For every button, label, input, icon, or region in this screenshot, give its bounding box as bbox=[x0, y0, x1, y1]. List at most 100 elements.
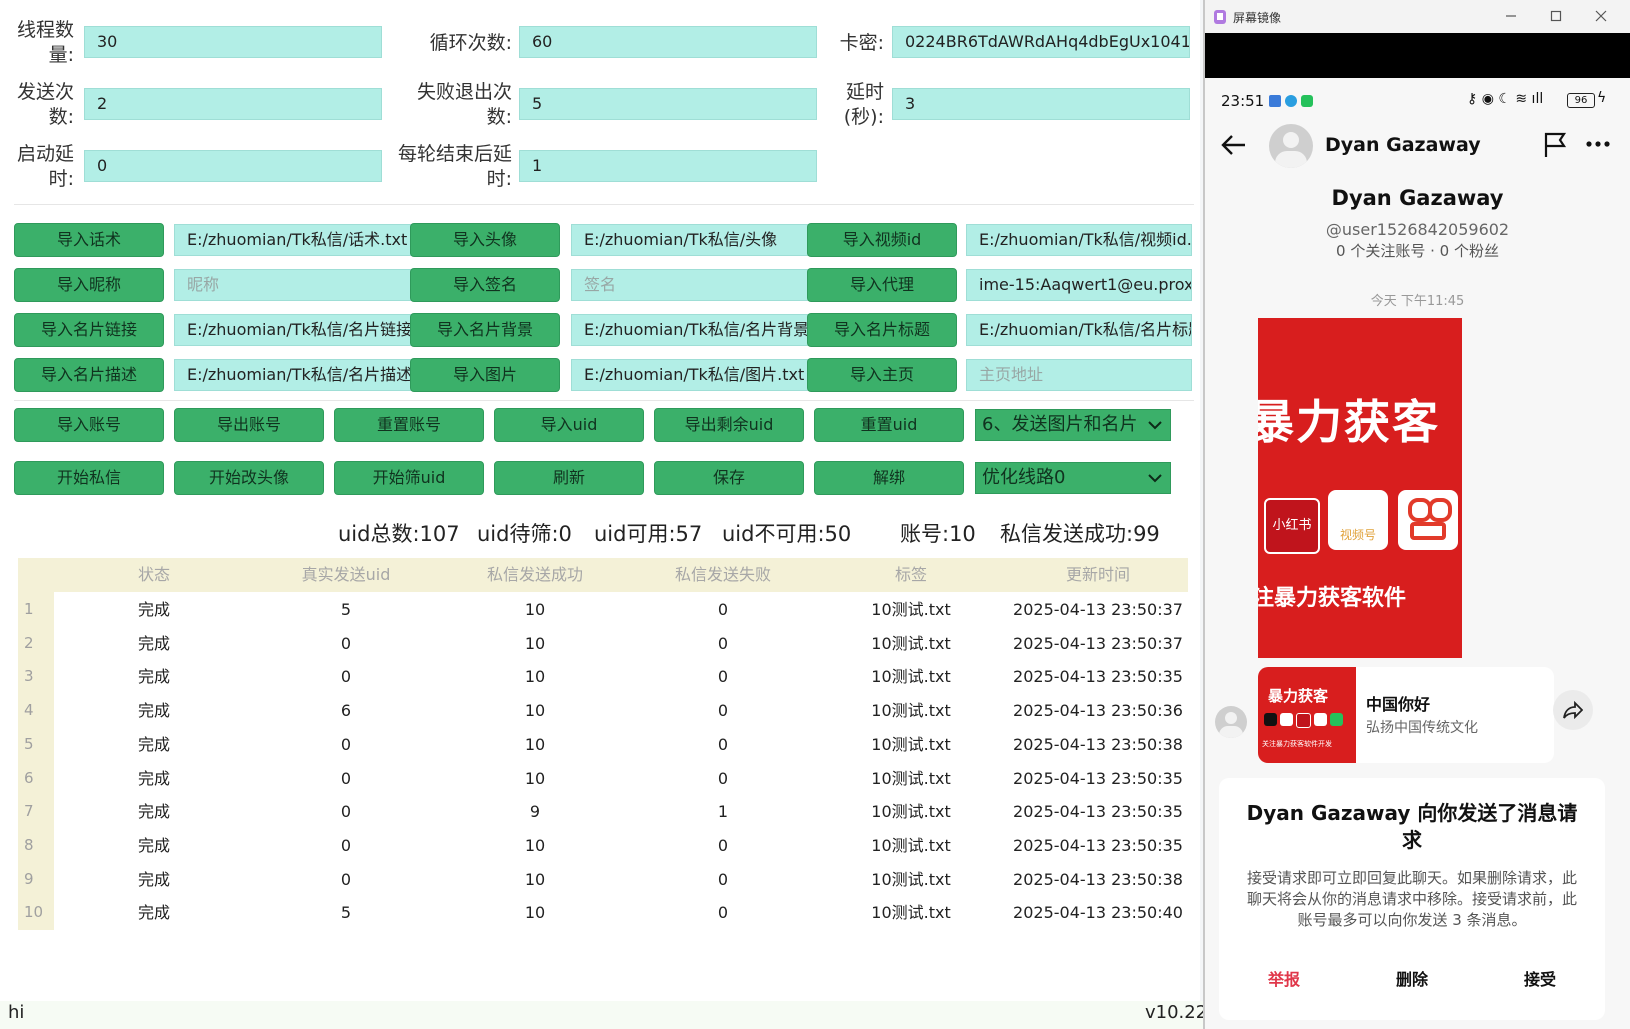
import-proxy-button[interactable]: 导入代理 bbox=[807, 268, 957, 302]
delete-button[interactable]: 删除 bbox=[1377, 966, 1447, 990]
import-card-title-button[interactable]: 导入名片标题 bbox=[807, 313, 957, 347]
table-row[interactable]: 4 完成 6 10 0 10测试.txt 2025-04-13 23:50:36 bbox=[18, 693, 1188, 729]
sender-avatar[interactable] bbox=[1215, 706, 1247, 738]
more-options-icon[interactable] bbox=[1585, 140, 1611, 148]
table-cell: 10测试.txt bbox=[871, 802, 951, 822]
import-card-desc-button[interactable]: 导入名片描述 bbox=[14, 358, 164, 392]
import-nickname-button[interactable]: 导入昵称 bbox=[14, 268, 164, 302]
card-thumb-sub: 关注暴力获客软件开发 bbox=[1262, 740, 1332, 748]
col-dm-success[interactable]: 私信发送成功 bbox=[438, 558, 632, 592]
back-arrow-icon[interactable] bbox=[1221, 134, 1247, 156]
uid-available-stat: uid可用:57 bbox=[594, 522, 703, 546]
row-index: 7 bbox=[18, 794, 54, 830]
round-delay-input[interactable]: 1 bbox=[519, 150, 817, 182]
import-speech-button[interactable]: 导入话术 bbox=[14, 223, 164, 257]
table-cell: 0 bbox=[717, 869, 729, 889]
table-row[interactable]: 7 完成 0 9 1 10测试.txt 2025-04-13 23:50:35 bbox=[18, 794, 1188, 830]
chevron-down-icon bbox=[1148, 421, 1162, 430]
table-row[interactable]: 6 完成 0 10 0 10测试.txt 2025-04-13 23:50:35 bbox=[18, 760, 1188, 796]
import-uid-button[interactable]: 导入uid bbox=[494, 408, 644, 442]
image-message[interactable]: 暴力获客 小红书 视频号 注暴力获客软件 bbox=[1258, 318, 1462, 658]
table-cell: 10 bbox=[524, 734, 546, 754]
export-account-button[interactable]: 导出账号 bbox=[174, 408, 324, 442]
accept-button[interactable]: 接受 bbox=[1505, 966, 1575, 990]
share-button[interactable] bbox=[1553, 690, 1593, 730]
col-update-time[interactable]: 更新时间 bbox=[1008, 558, 1188, 592]
import-image-button[interactable]: 导入图片 bbox=[410, 358, 560, 392]
import-card-background-button[interactable]: 导入名片背景 bbox=[410, 313, 560, 347]
table-cell: 2025-04-13 23:50:35 bbox=[1013, 802, 1183, 822]
table-cell: 2025-04-13 23:50:38 bbox=[1013, 734, 1183, 754]
row-index: 6 bbox=[18, 760, 54, 796]
table-row[interactable]: 2 完成 0 10 0 10测试.txt 2025-04-13 23:50:37 bbox=[18, 625, 1188, 661]
col-dm-fail[interactable]: 私信发送失败 bbox=[632, 558, 814, 592]
reset-account-button[interactable]: 重置账号 bbox=[334, 408, 484, 442]
proxy-input[interactable]: ime-15:Aaqwert1@eu.proxys5.n bbox=[966, 269, 1192, 301]
nickname-input[interactable]: 昵称 bbox=[174, 269, 412, 301]
avatar[interactable] bbox=[1269, 124, 1313, 168]
send-mode-select[interactable]: 6、发送图片和名片 bbox=[975, 409, 1171, 441]
table-row[interactable]: 9 完成 0 10 0 10测试.txt 2025-04-13 23:50:38 bbox=[18, 861, 1188, 897]
table-cell: 0 bbox=[340, 667, 352, 687]
report-button[interactable]: 举报 bbox=[1249, 966, 1319, 990]
table-row[interactable]: 5 完成 0 10 0 10测试.txt 2025-04-13 23:50:38 bbox=[18, 726, 1188, 762]
delay-input[interactable]: 3 bbox=[892, 88, 1190, 120]
close-icon[interactable] bbox=[1595, 10, 1607, 22]
table-cell: 0 bbox=[340, 835, 352, 855]
homepage-input[interactable]: 主页地址 bbox=[966, 359, 1192, 391]
signature-input[interactable]: 签名 bbox=[571, 269, 809, 301]
table-row[interactable]: 8 完成 0 10 0 10测试.txt 2025-04-13 23:50:35 bbox=[18, 827, 1188, 863]
save-button[interactable]: 保存 bbox=[654, 461, 804, 495]
import-avatar-button[interactable]: 导入头像 bbox=[410, 223, 560, 257]
import-video-id-button[interactable]: 导入视频id bbox=[807, 223, 957, 257]
start-change-avatar-button[interactable]: 开始改头像 bbox=[174, 461, 324, 495]
minimize-icon[interactable] bbox=[1505, 10, 1517, 22]
unbind-button[interactable]: 解绑 bbox=[814, 461, 964, 495]
table-row[interactable]: 3 完成 0 10 0 10测试.txt 2025-04-13 23:50:35 bbox=[18, 659, 1188, 695]
video-id-path-input[interactable]: E:/zhuomian/Tk私信/视频id.txt bbox=[966, 224, 1192, 256]
request-body: 接受请求即可立即回复此聊天。如果删除请求，此聊天将会从你的消息请求中移除。接受请… bbox=[1246, 869, 1577, 929]
table-cell: 0 bbox=[717, 734, 729, 754]
import-account-button[interactable]: 导入账号 bbox=[14, 408, 164, 442]
import-card-link-button[interactable]: 导入名片链接 bbox=[14, 313, 164, 347]
fail-exit-input[interactable]: 5 bbox=[519, 88, 817, 120]
send-count-input[interactable]: 2 bbox=[84, 88, 382, 120]
avatar-path-input[interactable]: E:/zhuomian/Tk私信/头像 bbox=[571, 224, 809, 256]
import-signature-button[interactable]: 导入签名 bbox=[410, 268, 560, 302]
row-index: 10 bbox=[18, 895, 54, 931]
flag-icon[interactable] bbox=[1543, 132, 1567, 158]
reset-uid-button[interactable]: 重置uid bbox=[814, 408, 964, 442]
table-cell: 0 bbox=[717, 768, 729, 788]
start-dm-button[interactable]: 开始私信 bbox=[14, 461, 164, 495]
threads-label: 线程数量: bbox=[16, 19, 74, 66]
col-real-uid[interactable]: 真实发送uid bbox=[254, 558, 438, 592]
col-status[interactable]: 状态 bbox=[54, 558, 254, 592]
card-key-input[interactable]: 0224BR6TdAWRdAHq4dbEgUx10413 bbox=[892, 26, 1190, 58]
export-remaining-uid-button[interactable]: 导出剩余uid bbox=[654, 408, 804, 442]
table-row[interactable]: 1 完成 5 10 0 10测试.txt 2025-04-13 23:50:37 bbox=[18, 592, 1188, 627]
table-row[interactable]: 10 完成 5 10 0 10测试.txt 2025-04-13 23:50:40 bbox=[18, 895, 1188, 931]
send-mode-value: 6、发送图片和名片 bbox=[982, 414, 1138, 435]
loops-input[interactable]: 60 bbox=[519, 26, 817, 58]
card-link-path-input[interactable]: E:/zhuomian/Tk私信/名片链接.tx bbox=[174, 314, 412, 346]
maximize-icon[interactable] bbox=[1550, 10, 1562, 22]
link-card-message[interactable]: 暴力获客 关注暴力获客软件开发 中国你好 弘扬中国传统文化 bbox=[1258, 667, 1554, 763]
start-delay-input[interactable]: 0 bbox=[84, 150, 382, 182]
refresh-button[interactable]: 刷新 bbox=[494, 461, 644, 495]
speech-path-input[interactable]: E:/zhuomian/Tk私信/话术.txt bbox=[174, 224, 412, 256]
route-select[interactable]: 优化线路0 bbox=[975, 462, 1171, 494]
account-count-stat: 账号:10 bbox=[900, 522, 976, 546]
start-filter-uid-button[interactable]: 开始筛uid bbox=[334, 461, 484, 495]
table-cell: 0 bbox=[340, 768, 352, 788]
card-title-path-input[interactable]: E:/zhuomian/Tk私信/名片标题. bbox=[966, 314, 1192, 346]
import-homepage-button[interactable]: 导入主页 bbox=[807, 358, 957, 392]
image-path-input[interactable]: E:/zhuomian/Tk私信/图片.txt bbox=[571, 359, 809, 391]
table-cell: 10测试.txt bbox=[871, 701, 951, 721]
table-cell: 2025-04-13 23:50:36 bbox=[1013, 701, 1183, 721]
col-tag[interactable]: 标签 bbox=[814, 558, 1008, 592]
follow-info: 0 个关注账号 · 0 个粉丝 bbox=[1336, 242, 1499, 260]
threads-input[interactable]: 30 bbox=[84, 26, 382, 58]
card-background-path-input[interactable]: E:/zhuomian/Tk私信/名片背景.tx bbox=[571, 314, 809, 346]
card-desc-path-input[interactable]: E:/zhuomian/Tk私信/名片描述.tx bbox=[174, 359, 412, 391]
status-bar: hi v10.22 bbox=[0, 1001, 1207, 1029]
